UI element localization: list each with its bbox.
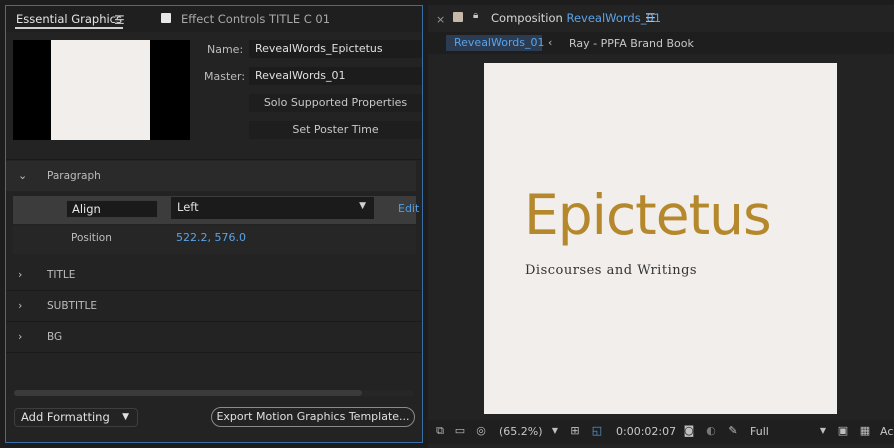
subtab-revealwords[interactable]: RevealWords_01 — [446, 35, 545, 51]
poster-thumbnail-frame — [51, 40, 150, 140]
resolution-dropdown[interactable]: Full — [750, 425, 769, 438]
composition-viewer: Epictetus Discourses and Writings — [428, 55, 894, 420]
name-field[interactable]: RevealWords_Epictetus — [249, 40, 422, 58]
chevron-left-icon[interactable]: ‹ — [548, 36, 552, 49]
tab-essential-graphics[interactable]: Essential Graphics — [16, 12, 122, 28]
effect-controls-swatch-icon — [161, 13, 171, 23]
add-formatting-dropdown[interactable]: Add Formatting ▼ — [14, 408, 138, 427]
horizontal-scrollbar[interactable] — [14, 390, 362, 396]
hamburger-icon[interactable]: ☰ — [645, 11, 656, 25]
composition-panel: × 🔒︎ Composition RevealWords_01 ☰ Reveal… — [428, 5, 894, 448]
color-picker-icon[interactable]: ✎ — [726, 425, 740, 437]
monitor-icon[interactable]: ▭ — [453, 425, 467, 437]
position-label: Position — [71, 232, 112, 244]
section-paragraph[interactable]: ⌄ Paragraph — [6, 161, 416, 191]
align-dropdown[interactable]: Left ▼ — [171, 197, 374, 219]
divider — [6, 352, 422, 353]
composition-swatch-icon — [453, 12, 463, 22]
close-icon[interactable]: × — [436, 13, 445, 26]
add-formatting-label: Add Formatting — [21, 410, 110, 424]
edit-link[interactable]: Edit — [398, 202, 419, 215]
composition-tab-title[interactable]: Composition RevealWords_01 — [491, 11, 661, 25]
canvas-subtitle-text: Discourses and Writings — [525, 263, 698, 278]
region-icon[interactable]: ▣ — [836, 425, 850, 437]
chevron-down-icon: ▼ — [359, 201, 366, 211]
section-title-label: TITLE — [47, 269, 76, 281]
set-poster-time-button[interactable]: Set Poster Time — [249, 121, 422, 139]
name-label: Name: — [207, 43, 244, 56]
show-snapshot-icon[interactable]: ◐ — [704, 425, 718, 437]
master-field[interactable]: RevealWords_01 — [249, 67, 422, 85]
section-bg[interactable]: › BG — [6, 322, 416, 352]
poster-thumbnail — [13, 40, 190, 140]
subtab-brand-book[interactable]: Ray - PPFA Brand Book — [569, 37, 694, 50]
position-value[interactable]: 522.2, 576.0 — [176, 231, 246, 244]
chevron-right-icon[interactable]: › — [18, 330, 22, 343]
mask-icon[interactable]: ◎ — [474, 425, 488, 437]
transparency-grid-icon[interactable]: ▦ — [858, 425, 872, 437]
chevron-down-icon: ▼ — [122, 412, 129, 422]
essential-graphics-panel: Essential Graphics ☰ Effect Controls TIT… — [5, 5, 423, 443]
timecode[interactable]: 0:00:02:07 — [616, 425, 676, 438]
section-subtitle[interactable]: › SUBTITLE — [6, 291, 416, 321]
chevron-down-icon[interactable]: ▼ — [548, 425, 562, 437]
chevron-right-icon[interactable]: › — [18, 299, 22, 312]
section-bg-label: BG — [47, 331, 63, 343]
solo-supported-properties-button[interactable]: Solo Supported Properties — [249, 94, 422, 112]
section-title[interactable]: › TITLE — [6, 260, 416, 290]
export-motion-graphics-template-button[interactable]: Export Motion Graphics Template... — [211, 407, 415, 427]
zoom-level[interactable]: (65.2%) — [499, 425, 543, 438]
section-paragraph-title: Paragraph — [47, 170, 101, 182]
canvas-title-text: Epictetus — [524, 183, 772, 247]
align-label-field[interactable]: Align — [66, 200, 158, 218]
tab-effect-controls[interactable]: Effect Controls TITLE C 01 — [181, 12, 330, 28]
grid-icon[interactable]: ⊞ — [568, 425, 582, 437]
master-label: Master: — [204, 70, 246, 83]
divider — [6, 159, 422, 160]
chevron-right-icon[interactable]: › — [18, 268, 22, 281]
composition-subtabs: RevealWords_01 ‹ Ray - PPFA Brand Book — [428, 32, 894, 54]
always-preview-icon[interactable]: ⧉ — [433, 425, 447, 437]
align-dropdown-value: Left — [177, 200, 199, 214]
region-of-interest-icon[interactable]: ◱ — [590, 425, 604, 437]
toolbar-overflow-text[interactable]: Ac — [880, 425, 893, 438]
chevron-down-icon[interactable]: ▼ — [816, 425, 830, 437]
chevron-down-icon[interactable]: ⌄ — [18, 169, 27, 182]
camera-snapshot-icon[interactable]: ◙ — [682, 425, 696, 437]
section-subtitle-label: SUBTITLE — [47, 300, 97, 312]
left-panel-tabbar: Essential Graphics ☰ Effect Controls TIT… — [6, 6, 422, 32]
composition-canvas[interactable]: Epictetus Discourses and Writings — [484, 63, 837, 414]
hamburger-icon[interactable]: ☰ — [114, 13, 125, 27]
lock-icon[interactable]: 🔒︎ — [473, 10, 478, 21]
viewer-toolbar: ⧉ ▭ ◎ (65.2%) ▼ ⊞ ◱ 0:00:02:07 ◙ ◐ ✎ Ful… — [428, 420, 894, 444]
composition-prefix: Composition — [491, 11, 563, 25]
active-tab-underline — [15, 27, 123, 29]
